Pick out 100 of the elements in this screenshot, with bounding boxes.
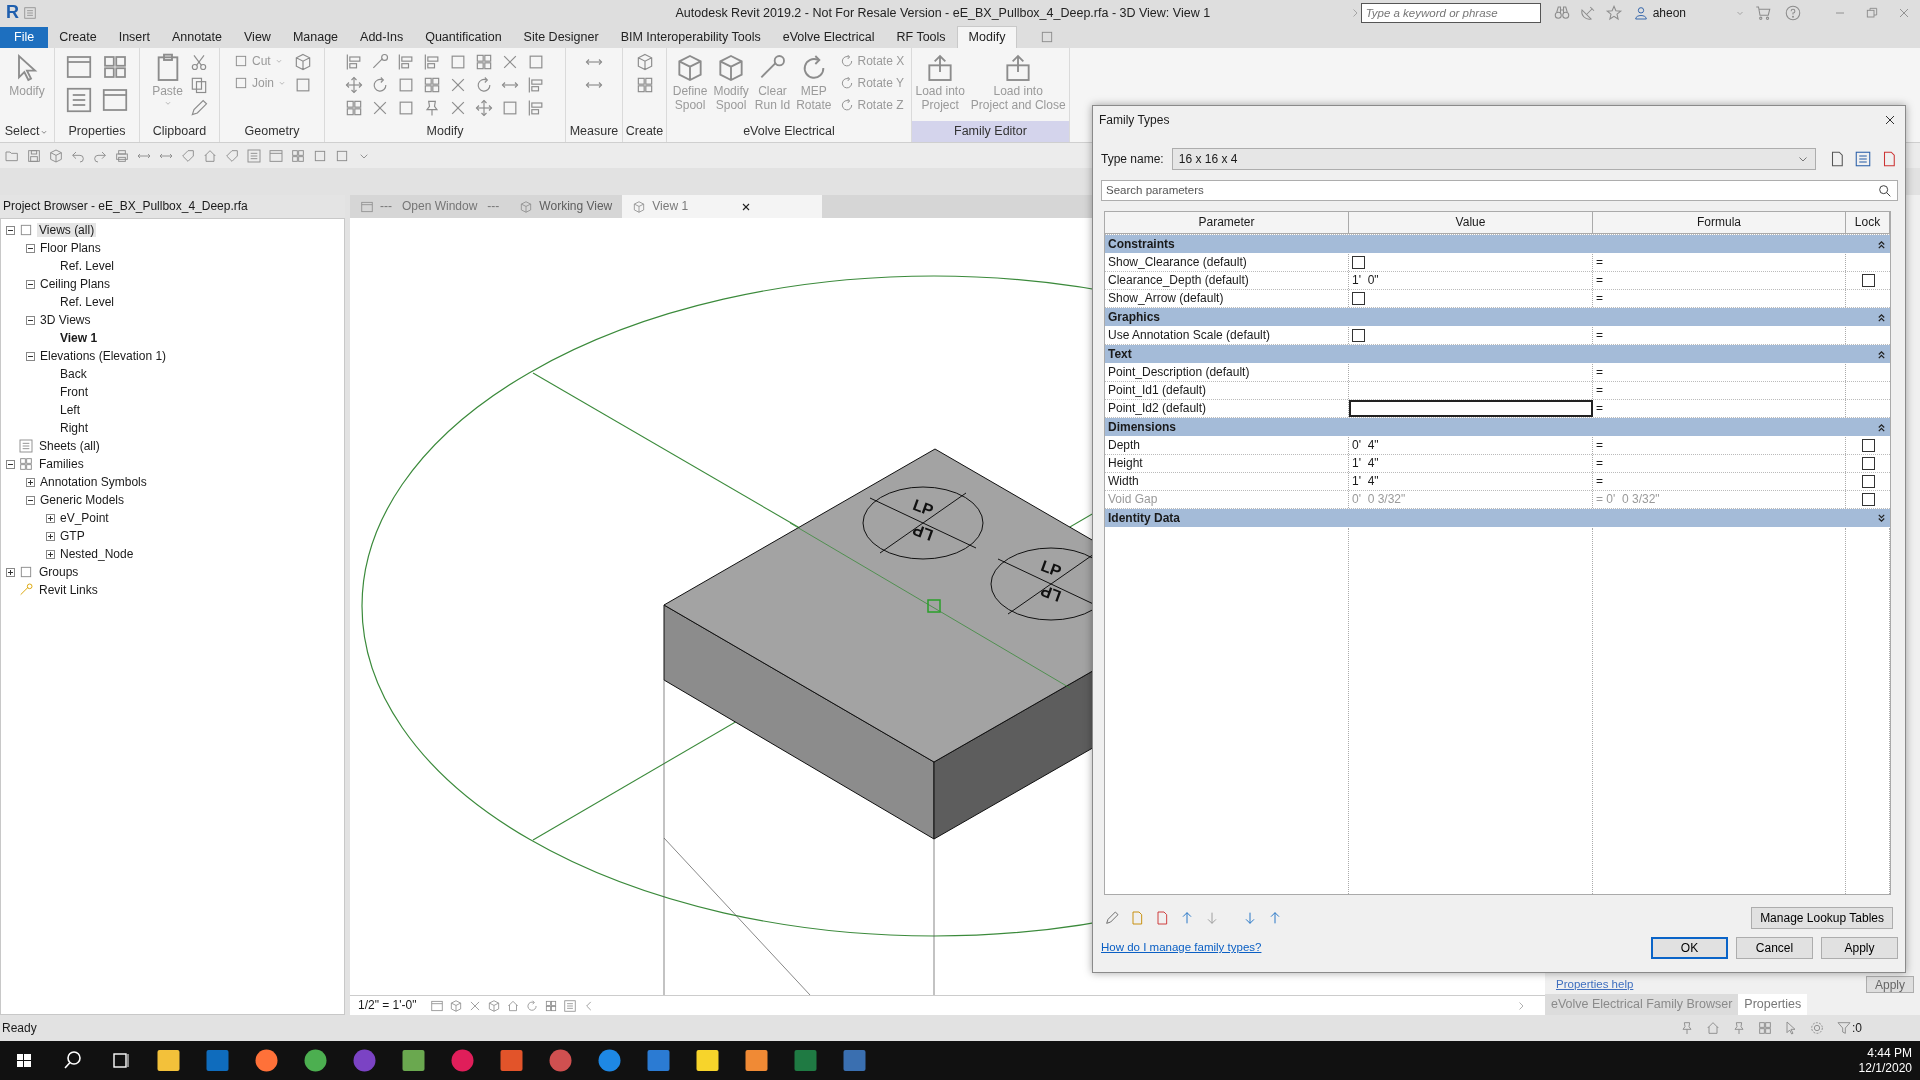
- tree-item[interactable]: GTP: [58, 528, 87, 544]
- value-field[interactable]: [1349, 400, 1593, 417]
- pencil-icon[interactable]: [1104, 910, 1120, 926]
- ribbon-tab[interactable]: Add-Ins: [349, 27, 415, 48]
- gear-icon[interactable]: [1809, 1020, 1825, 1036]
- app-logo[interactable]: R: [0, 2, 23, 24]
- tree-item[interactable]: Ceiling Plans: [38, 276, 113, 292]
- cube-icon[interactable]: [48, 147, 64, 164]
- document-icon[interactable]: [23, 6, 37, 20]
- tree-item[interactable]: Left: [58, 402, 82, 418]
- ribbon-tab[interactable]: Site Designer: [512, 27, 610, 48]
- formula-cell[interactable]: =: [1593, 400, 1846, 417]
- tree-item[interactable]: Annotation Symbols: [38, 474, 149, 490]
- cube-icon[interactable]: [448, 998, 463, 1013]
- tree-item[interactable]: Sheets (all): [37, 438, 102, 454]
- lock-checkbox[interactable]: [1861, 439, 1875, 452]
- tree-item[interactable]: Front: [58, 384, 90, 400]
- parameter-name[interactable]: Show_Arrow (default): [1105, 290, 1349, 307]
- checkbox[interactable]: [1352, 329, 1365, 342]
- tag-icon[interactable]: [224, 147, 240, 164]
- pin-icon[interactable]: [1679, 1020, 1695, 1036]
- value-cell[interactable]: 1' 0": [1349, 272, 1593, 289]
- expand-toggle[interactable]: [26, 477, 35, 487]
- collapse-toggle[interactable]: [26, 495, 35, 505]
- tree-item[interactable]: Right: [58, 420, 90, 436]
- printer-icon[interactable]: [114, 147, 130, 164]
- column-header[interactable]: Formula: [1593, 212, 1846, 234]
- binoculars-icon[interactable]: [1552, 4, 1571, 22]
- collapse-toggle[interactable]: [6, 225, 15, 235]
- column-header[interactable]: Lock: [1846, 212, 1890, 234]
- grid-icon[interactable]: [543, 998, 558, 1013]
- delete-page-icon[interactable]: [1154, 910, 1170, 926]
- formula-cell[interactable]: =: [1593, 290, 1846, 307]
- ribbon-tab[interactable]: Modify: [956, 26, 1018, 48]
- list-icon[interactable]: [562, 998, 577, 1013]
- parameter-name[interactable]: Clearance_Depth (default): [1105, 272, 1349, 289]
- grid-icon[interactable]: [422, 75, 442, 95]
- formula-cell[interactable]: =: [1593, 254, 1846, 271]
- parameter-name[interactable]: Show_Clearance (default): [1105, 254, 1349, 271]
- lock-checkbox[interactable]: [1861, 475, 1875, 488]
- dialog-button[interactable]: Cancel: [1736, 937, 1813, 959]
- grid-icon[interactable]: [290, 147, 306, 164]
- tree-item[interactable]: Families: [37, 456, 86, 472]
- formula-cell[interactable]: =: [1593, 382, 1846, 399]
- ribbon-tab[interactable]: RF Tools: [885, 27, 957, 48]
- parameter-name[interactable]: Point_Id1 (default): [1105, 382, 1349, 399]
- tree-item[interactable]: Nested_Node: [58, 546, 136, 562]
- satellite-dish-icon[interactable]: [1578, 4, 1597, 22]
- tree-item[interactable]: Revit Links: [37, 582, 100, 598]
- value-cell[interactable]: 1' 4": [1349, 455, 1593, 472]
- type-name-dropdown[interactable]: 16 x 16 x 4: [1171, 148, 1816, 170]
- expand-toggle[interactable]: [46, 549, 55, 559]
- filter-count[interactable]: :0: [1852, 1020, 1862, 1036]
- formula-cell[interactable]: =: [1593, 364, 1846, 381]
- tree-item[interactable]: Views (all): [37, 222, 97, 238]
- pin-icon[interactable]: [1731, 1020, 1747, 1036]
- checkbox[interactable]: [1352, 256, 1365, 269]
- expand-toggle[interactable]: [46, 531, 55, 541]
- formula-cell[interactable]: =: [1593, 455, 1846, 472]
- clock-date[interactable]: 12/1/2020: [1858, 1060, 1912, 1075]
- column-header[interactable]: Value: [1349, 212, 1593, 234]
- list-icon[interactable]: [246, 147, 262, 164]
- ribbon-tab[interactable]: Quantification: [414, 27, 513, 48]
- tag-icon[interactable]: [180, 147, 196, 164]
- house-icon[interactable]: [1705, 1020, 1721, 1036]
- column-header[interactable]: Parameter: [1105, 212, 1349, 234]
- cube-icon[interactable]: [486, 998, 501, 1013]
- list-icon[interactable]: [64, 85, 94, 115]
- parameter-name[interactable]: Height: [1105, 455, 1349, 472]
- move-icon[interactable]: [344, 75, 364, 95]
- help-icon[interactable]: [1784, 4, 1802, 22]
- collapse-toggle[interactable]: [26, 351, 35, 361]
- tree-item[interactable]: Elevations (Elevation 1): [38, 348, 169, 364]
- clock-time[interactable]: 4:44 PM: [1867, 1046, 1912, 1061]
- tree-item[interactable]: Ref. Level: [58, 294, 117, 310]
- group-header[interactable]: Text: [1105, 345, 1890, 364]
- collapse-toggle[interactable]: [26, 279, 35, 289]
- parameter-name[interactable]: Point_Id2 (default): [1105, 400, 1349, 417]
- ribbon-tab[interactable]: eVolve Electrical: [771, 27, 886, 48]
- user-name[interactable]: aheon: [1652, 5, 1686, 21]
- cube-icon[interactable]: [293, 52, 313, 72]
- value-cell[interactable]: 1' 4": [1349, 473, 1593, 490]
- view-tab[interactable]: View 1: [622, 195, 823, 218]
- save-icon[interactable]: [26, 147, 42, 164]
- house-icon[interactable]: [202, 147, 218, 164]
- formula-cell[interactable]: =: [1593, 473, 1846, 490]
- formula-cell[interactable]: =: [1593, 272, 1846, 289]
- cart-icon[interactable]: [1754, 4, 1772, 22]
- parameter-name[interactable]: Point_Description (default): [1105, 364, 1349, 381]
- tree-item[interactable]: Generic Models: [38, 492, 127, 508]
- window-icon[interactable]: [429, 998, 444, 1013]
- tree-item[interactable]: Ref. Level: [58, 258, 117, 274]
- tree-item[interactable]: Groups: [37, 564, 81, 580]
- lock-checkbox[interactable]: [1861, 457, 1875, 470]
- brush-icon[interactable]: [188, 98, 209, 118]
- value-cell[interactable]: [1349, 254, 1593, 271]
- tree-item[interactable]: 3D Views: [38, 312, 93, 328]
- filter-icon[interactable]: [1836, 1020, 1852, 1036]
- group-header[interactable]: Dimensions: [1105, 418, 1890, 437]
- search-field[interactable]: Search parameters: [1101, 180, 1898, 201]
